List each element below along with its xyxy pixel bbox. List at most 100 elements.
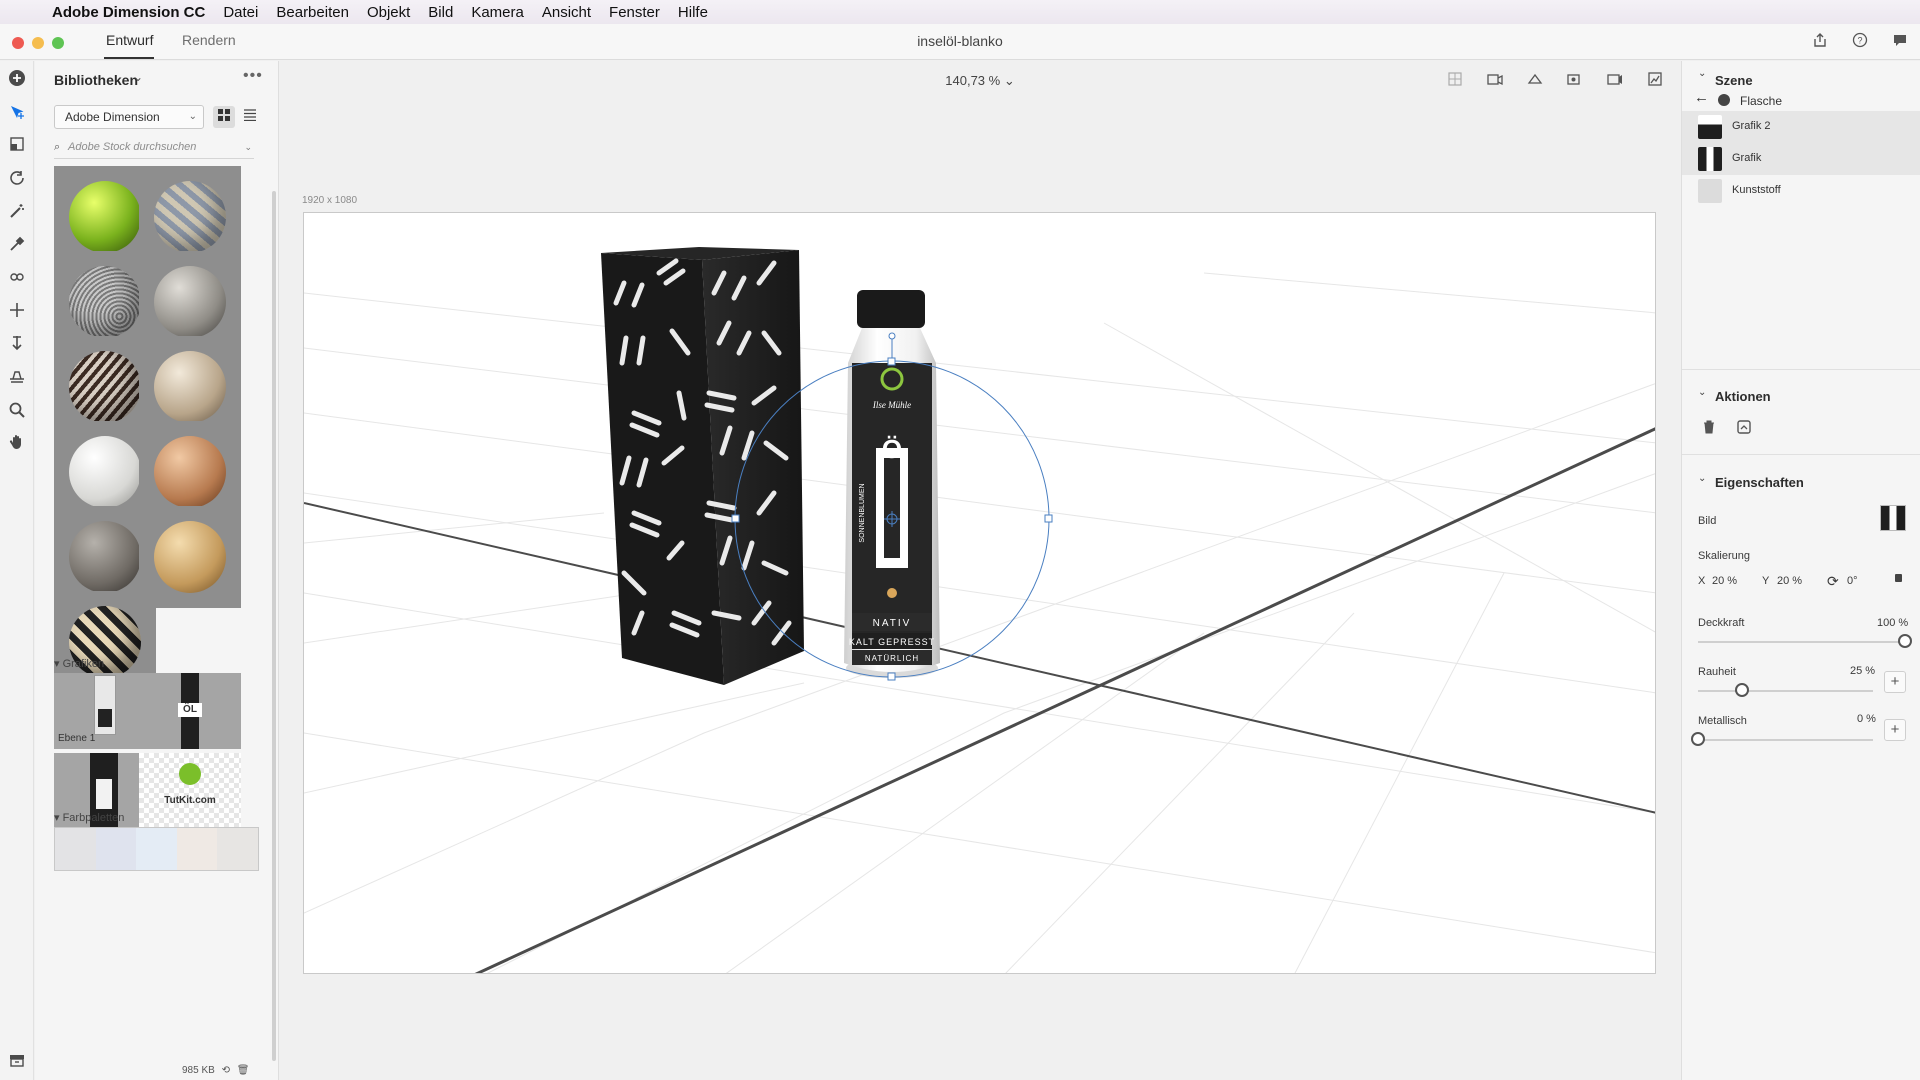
panel-divider (1682, 369, 1920, 370)
chevron-down-icon: ⌄ (188, 111, 197, 122)
stock-search-input[interactable]: ⌕ Adobe Stock durchsuchen ⌄ (54, 135, 254, 159)
frame-tool-icon[interactable] (6, 135, 28, 157)
palette-swatch (55, 828, 96, 870)
frame-view-icon[interactable] (1445, 71, 1465, 91)
delete-icon[interactable] (1701, 419, 1717, 438)
trash-icon[interactable]: 🗑 (237, 1065, 250, 1076)
floor-axis-line (304, 502, 1655, 814)
sync-icon[interactable]: ⟲ (222, 1065, 230, 1076)
panel-divider (1682, 454, 1920, 455)
layer-row[interactable]: Grafik (1682, 143, 1920, 175)
opacity-slider-track[interactable] (1698, 641, 1905, 643)
roughness-slider-thumb[interactable] (1734, 683, 1749, 697)
menu-ansicht[interactable]: Ansicht (542, 4, 591, 21)
feedback-icon[interactable] (1890, 32, 1910, 52)
app-name-menu[interactable]: Adobe Dimension CC (52, 4, 205, 21)
select-tool-icon[interactable] (6, 103, 28, 125)
eyedropper-icon[interactable] (6, 235, 28, 257)
layer-label: Grafik (1732, 152, 1762, 164)
rotate-icon[interactable]: ⟳ (1827, 573, 1839, 590)
chevron-down-icon[interactable]: ⌄ (1698, 387, 1706, 398)
palettes-section-header[interactable]: ▾ Farbpaletten (54, 811, 124, 824)
bottle-logo-text: Ilse Mühle (872, 400, 911, 410)
chevron-down-icon[interactable]: ⌄ (133, 70, 143, 84)
color-palette[interactable] (54, 827, 259, 871)
tutkit-logo-icon (179, 763, 201, 785)
active-tab-indicator (104, 57, 154, 59)
roughness-add-button[interactable]: + (1884, 671, 1906, 693)
menu-bild[interactable]: Bild (428, 4, 453, 21)
scene-breadcrumb[interactable]: Flasche (1740, 94, 1782, 108)
sample-tool-icon[interactable] (6, 268, 28, 290)
menu-hilfe[interactable]: Hilfe (678, 4, 708, 21)
help-icon[interactable]: ? (1850, 32, 1870, 52)
hand-tool-icon[interactable] (6, 433, 28, 455)
rotation-input[interactable]: 0° (1847, 575, 1858, 587)
search-icon: ⌕ (54, 141, 61, 153)
metallic-add-button[interactable]: + (1884, 719, 1906, 741)
library-source-select[interactable]: Adobe Dimension ⌄ (54, 105, 204, 129)
menu-fenster[interactable]: Fenster (609, 4, 660, 21)
image-action-icon[interactable] (1736, 419, 1752, 438)
camera-bookmark-icon[interactable] (1485, 71, 1505, 91)
zoom-level[interactable]: 140,73 % ⌄ (280, 73, 1680, 89)
camera-view-icon[interactable] (1565, 71, 1585, 91)
scene-title[interactable]: Szene (1715, 73, 1753, 88)
share-icon[interactable] (1810, 32, 1830, 52)
stock-search-placeholder: Adobe Stock durchsuchen (68, 141, 197, 153)
grid-view-icon[interactable] (213, 106, 235, 128)
chevron-down-icon[interactable]: ⌄ (1698, 473, 1706, 484)
graphic-thumbnail[interactable]: ÖL (139, 673, 241, 749)
menu-objekt[interactable]: Objekt (367, 4, 410, 21)
libraries-panel: Bibliotheken ⌄ ••• Adobe Dimension ⌄ ⌕ A… (35, 61, 279, 1080)
opacity-slider-thumb[interactable] (1898, 634, 1912, 648)
archive-icon[interactable] (6, 1051, 28, 1073)
opacity-value[interactable]: 100 % (1877, 617, 1908, 629)
menu-bearbeiten[interactable]: Bearbeiten (276, 4, 349, 21)
dolly-icon[interactable] (6, 334, 28, 356)
graphics-section-label: Grafiken (62, 658, 105, 670)
3d-viewport[interactable]: Ilse Mühle Ö SONNENBLUMEN NATIV KALT GEP… (303, 212, 1656, 974)
library-scrollbar[interactable] (272, 191, 276, 1061)
palettes-section-label: Farbpaletten (62, 812, 125, 824)
properties-title[interactable]: Eigenschaften (1715, 475, 1804, 490)
actions-title[interactable]: Aktionen (1715, 389, 1771, 404)
roughness-slider-track[interactable] (1698, 690, 1873, 692)
libraries-title[interactable]: Bibliotheken (54, 72, 138, 88)
chevron-down-icon[interactable]: ⌄ (244, 135, 252, 159)
render-preview-icon[interactable] (1525, 71, 1545, 91)
pan-move-icon[interactable] (6, 301, 28, 323)
metallic-slider-track[interactable] (1698, 739, 1873, 741)
chevron-down-icon[interactable]: ⌄ (1698, 68, 1706, 79)
document-size-label: 1920 x 1080 (302, 195, 358, 206)
menu-kamera[interactable]: Kamera (471, 4, 524, 21)
scale-y-label: Y (1762, 575, 1770, 587)
layer-row[interactable]: Grafik 2 (1682, 111, 1920, 143)
roughness-value[interactable]: 25 % (1850, 665, 1875, 677)
more-options-icon[interactable]: ••• (243, 67, 263, 85)
scale-x-input[interactable]: 20 % (1712, 575, 1737, 587)
metallic-slider-thumb[interactable] (1691, 732, 1705, 746)
magic-wand-icon[interactable] (6, 202, 28, 224)
scale-y-input[interactable]: 20 % (1777, 575, 1802, 587)
graphics-section-header[interactable]: ▾ Grafiken (54, 657, 104, 670)
bottle-band-2: KALT GEPRESST (849, 637, 935, 647)
graphic-thumbnail[interactable]: TutKit.com (139, 753, 241, 829)
add-content-icon[interactable] (6, 69, 28, 91)
camera-settings-icon[interactable] (1605, 71, 1625, 91)
orbit-tool-icon[interactable] (6, 169, 28, 191)
render-quality-icon[interactable] (1645, 71, 1665, 91)
back-arrow-icon[interactable]: ← (1694, 89, 1709, 106)
list-view-icon[interactable] (239, 106, 261, 128)
document-title: inselöl-blanko (917, 33, 1003, 49)
floor-grid (304, 272, 1655, 973)
lock-icon[interactable] (1895, 574, 1902, 582)
metallic-value[interactable]: 0 % (1857, 713, 1876, 725)
palette-swatch (217, 828, 258, 870)
image-thumbnail[interactable] (1880, 505, 1906, 531)
horizon-tool-icon[interactable] (6, 367, 28, 389)
layer-row[interactable]: Kunststoff (1682, 175, 1920, 207)
menu-datei[interactable]: Datei (223, 4, 258, 21)
black-box-model[interactable] (601, 247, 804, 685)
zoom-tool-icon[interactable] (6, 401, 28, 423)
